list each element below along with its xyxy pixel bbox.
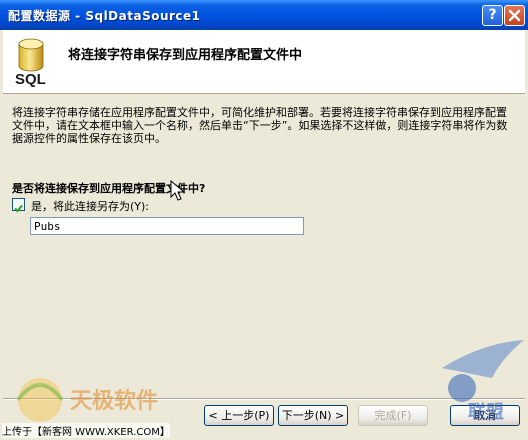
window-title: 配置数据源 - SqlDataSource1 [8,9,201,23]
union-watermark-logo: 联盟 [442,340,524,423]
next-button[interactable]: 下一步(N) > [278,405,348,426]
description-text: 将连接字符串存储在应用程序配置文件中，可简化维护和部署。若要将连接字符串保存到应… [12,106,508,145]
yesky-watermark-logo: 天极软件 [16,378,158,422]
page-title: 将连接字符串保存到应用程序配置文件中 [68,48,303,63]
mouse-cursor-icon [170,180,186,201]
wizard-header: SQL 将连接字符串保存到应用程序配置文件中 [3,30,525,94]
sql-label: SQL [15,71,46,88]
finish-button[interactable]: 完成(F) [358,405,428,426]
help-button[interactable]: ? [482,5,503,26]
database-sql-icon: SQL [15,38,46,88]
save-connection-label[interactable]: 是，将此连接另存为(Y): [31,198,149,214]
close-icon [508,9,521,22]
configure-datasource-dialog: 配置数据源 - SqlDataSource1 ? SQL 将连接字符串保存到应用… [0,0,528,440]
union-watermark-text: 联盟 [468,402,504,423]
checkmark-icon [14,204,23,213]
close-button[interactable] [504,5,525,26]
yesky-watermark-text: 天极软件 [70,388,158,414]
save-connection-checkbox[interactable] [12,198,25,213]
upload-caption: 上传于【新客网 WWW.XKER.COM】 [2,423,170,438]
question-mark-icon: ? [488,7,497,23]
connection-name-input[interactable]: Pubs [30,217,304,235]
title-bar[interactable]: 配置数据源 - SqlDataSource1 ? [0,0,528,30]
